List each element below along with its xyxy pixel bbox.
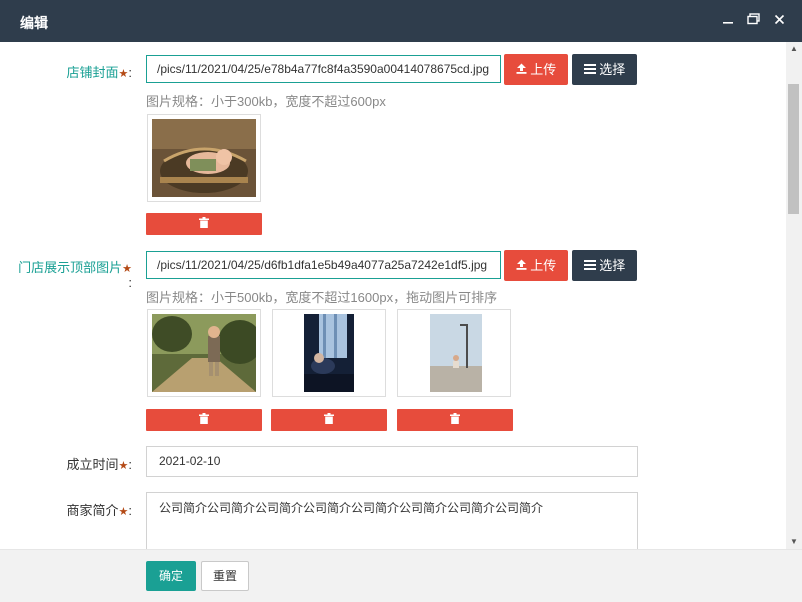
cover-image-thumb[interactable] [147,114,261,202]
required-star: ★ [118,460,129,472]
list-icon [583,258,596,273]
dialog-footer: 确定 重置 [0,549,802,602]
intro-textarea[interactable]: 公司简介公司简介公司简介公司简介公司简介公司简介公司简介公司简介 [146,492,638,549]
dialog-title: 编辑 [20,15,48,31]
minimize-icon[interactable] [720,13,736,29]
top-images-upload-button[interactable]: 上传 [504,250,568,281]
list-icon [583,62,596,77]
cover-label-text: 店铺封面 [66,65,119,80]
intro-label: 商家简介★: [20,500,132,519]
upload-label: 上传 [530,62,557,77]
upload-icon [516,62,527,77]
maximize-icon[interactable] [745,13,761,29]
founded-label-text: 成立时间 [66,457,119,472]
founded-date-input[interactable]: 2021-02-10 [146,446,638,477]
intro-label-text: 商家简介 [66,503,119,518]
top-image-thumb-2[interactable] [272,309,386,397]
top-image-thumb-3[interactable] [397,309,511,397]
dialog-titlebar: 编辑 [0,0,802,42]
label-colon: : [128,65,132,80]
top-image-delete-button-1[interactable] [146,409,262,431]
founded-label: 成立时间★: [20,454,132,473]
top-image-delete-button-2[interactable] [271,409,387,431]
cover-upload-button[interactable]: 上传 [504,54,568,85]
top-image-delete-button-3[interactable] [397,409,513,431]
cover-select-button[interactable]: 选择 [572,54,637,85]
trash-icon [324,412,334,427]
confirm-button[interactable]: 确定 [146,561,196,591]
required-star: ★ [118,68,129,80]
cover-label: 店铺封面★: [20,62,132,81]
label-colon: : [128,503,132,518]
trash-icon [199,216,209,231]
reset-button[interactable]: 重置 [201,561,249,591]
child-in-forest-photo [152,314,256,392]
newborn-photo [152,119,256,197]
dialog-body: 店铺封面★: /pics/11/2021/04/25/e78b4a77fc8f4… [0,42,786,549]
scroll-up-icon[interactable]: ▲ [786,42,802,56]
top-images-label: 门店展示顶部图片★ [8,257,132,276]
top-images-label-text: 门店展示顶部图片 [18,260,123,275]
top-images-select-button[interactable]: 选择 [572,250,637,281]
select-label: 选择 [599,62,626,77]
upload-icon [516,258,527,273]
scroll-down-icon[interactable]: ▼ [786,535,802,549]
cover-delete-button[interactable] [146,213,262,235]
required-star: ★ [122,263,132,275]
cover-path-input[interactable]: /pics/11/2021/04/25/e78b4a77fc8f4a3590a0… [146,55,501,83]
upload-label: 上传 [530,258,557,273]
select-label: 选择 [599,258,626,273]
cover-hint: 图片规格：小于300kb，宽度不超过600px [146,94,386,109]
top-images-path-input[interactable]: /pics/11/2021/04/25/d6fb1dfa1e5b49a4077a… [146,251,501,279]
close-icon[interactable] [771,13,787,29]
trash-icon [199,412,209,427]
top-images-hint: 图片规格：小于500kb，宽度不超过1600px，拖动图片可排序 [146,290,498,305]
trash-icon [450,412,460,427]
label-colon: : [128,457,132,472]
top-images-colon: : [100,275,132,290]
scrollbar-thumb[interactable] [788,84,799,214]
child-on-wall-photo [402,314,506,392]
vertical-scrollbar[interactable]: ▲ ▼ [786,42,802,549]
label-colon: : [128,275,132,290]
required-star: ★ [118,506,129,518]
top-image-thumb-1[interactable] [147,309,261,397]
child-by-window-photo [277,314,381,392]
